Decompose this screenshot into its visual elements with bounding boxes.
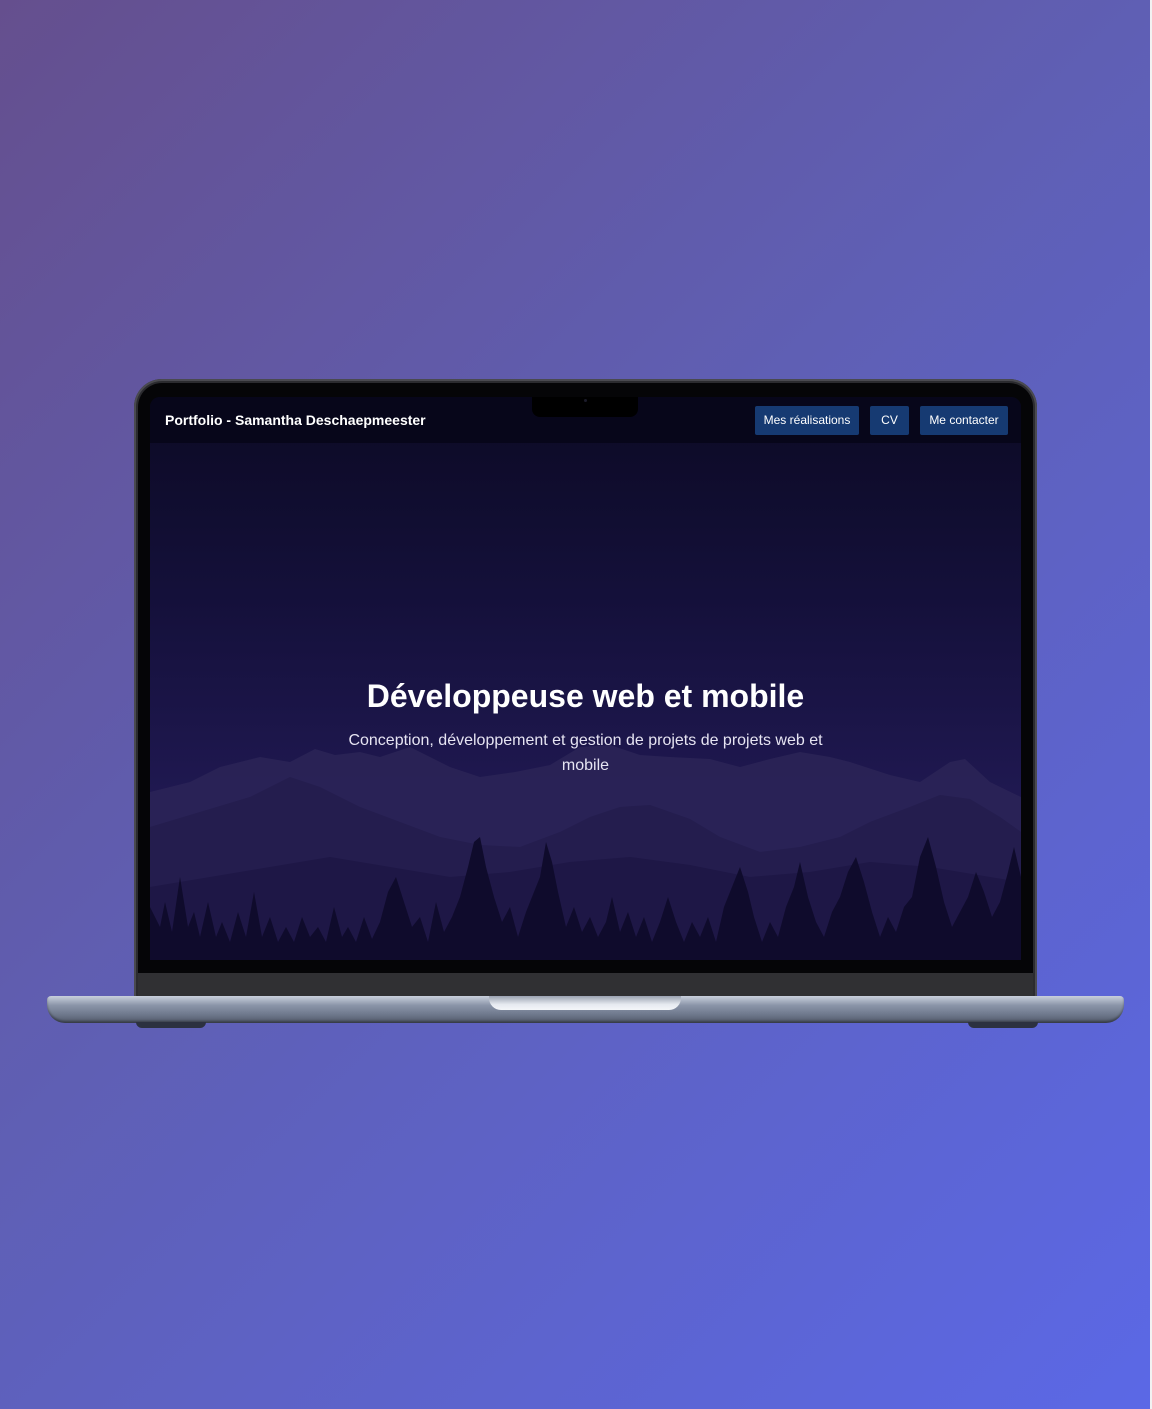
laptop-foot-left [136,1022,206,1028]
nav-realisations-button[interactable]: Mes réalisations [755,406,859,435]
laptop-chin [138,973,1033,997]
camera-icon [584,399,587,402]
brand-title[interactable]: Portfolio - Samantha Deschaepmeester [165,412,426,428]
laptop-foot-right [968,1022,1038,1028]
hero-subtitle: Conception, développement et gestion de … [348,732,823,774]
laptop-screen: Portfolio - Samantha Deschaepmeester Mes… [150,397,1021,960]
nav-contact-button[interactable]: Me contacter [920,406,1008,435]
trackpad-notch [489,996,681,1010]
hero-title: Développeuse web et mobile [366,678,805,715]
nav-cv-button[interactable]: CV [870,406,909,435]
